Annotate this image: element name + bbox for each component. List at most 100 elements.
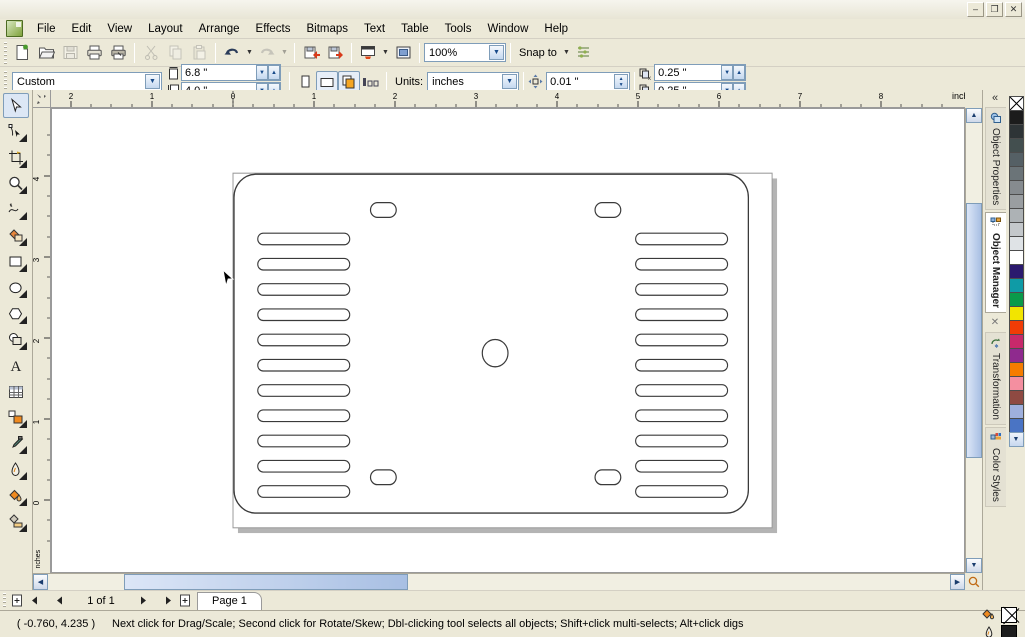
palette-swatch[interactable] xyxy=(1008,348,1024,363)
ellipse-tool[interactable] xyxy=(3,275,29,300)
polygon-tool[interactable] xyxy=(3,301,29,326)
horizontal-scrollbar[interactable]: ◀ ▶ xyxy=(33,573,965,590)
nudge-spinner[interactable]: ▲ ▼ xyxy=(614,74,629,89)
import-icon[interactable] xyxy=(299,41,323,64)
menu-layout[interactable]: Layout xyxy=(140,21,191,37)
zoom-tool[interactable] xyxy=(3,171,29,196)
add-page-icon[interactable] xyxy=(9,593,25,609)
first-page-icon[interactable] xyxy=(25,593,41,609)
palette-swatch[interactable] xyxy=(1008,124,1024,139)
page-width-field[interactable]: 6.8 " ▼ ▲ xyxy=(181,64,281,81)
restore-button[interactable]: ❐ xyxy=(986,2,1003,17)
menu-file[interactable]: File xyxy=(29,21,64,37)
next-page-icon[interactable] xyxy=(135,593,151,609)
menu-help[interactable]: Help xyxy=(536,21,576,37)
page-navigator-grip[interactable] xyxy=(3,592,6,609)
units-combo[interactable]: inches ▼ xyxy=(427,72,520,91)
crop-tool[interactable] xyxy=(3,145,29,170)
pick-tool[interactable] xyxy=(3,93,29,118)
duplicate-distance-x-field[interactable]: 0.25 " ▼ ▲ xyxy=(654,64,747,81)
undo-icon[interactable] xyxy=(220,41,244,64)
eyedropper-tool[interactable] xyxy=(3,431,29,456)
docker-tab-object-properties[interactable]: Object Properties xyxy=(984,107,1006,211)
palette-swatch[interactable] xyxy=(1008,362,1024,377)
vertical-scroll-thumb[interactable] xyxy=(966,203,982,458)
palette-swatch[interactable] xyxy=(1008,418,1024,433)
chevron-down-icon[interactable]: ▼ xyxy=(502,74,518,89)
palette-swatch[interactable] xyxy=(1008,208,1024,223)
palette-swatch[interactable] xyxy=(1008,264,1024,279)
palette-swatch[interactable] xyxy=(1008,376,1024,391)
palette-swatch[interactable] xyxy=(1008,110,1024,125)
print-icon[interactable] xyxy=(82,41,106,64)
no-color-swatch[interactable] xyxy=(1008,96,1024,111)
text-tool[interactable]: A xyxy=(3,353,29,378)
drawing-canvas[interactable] xyxy=(51,108,965,573)
zoom-to-page-icon[interactable] xyxy=(965,573,982,590)
docker-tab-color-styles[interactable]: Color Styles xyxy=(984,427,1006,508)
page-width-spinner[interactable]: ▼ ▲ xyxy=(256,65,280,80)
options-icon[interactable] xyxy=(572,41,596,64)
interactive-fill-tool[interactable] xyxy=(3,509,29,534)
palette-scroll-down-icon[interactable]: ▼ xyxy=(1008,432,1024,447)
palette-swatch[interactable] xyxy=(1008,194,1024,209)
snap-to-dropdown-icon[interactable]: ▼ xyxy=(561,41,572,64)
ruler-origin-icon[interactable] xyxy=(33,90,51,108)
palette-swatch[interactable] xyxy=(1008,292,1024,307)
palette-swatch[interactable] xyxy=(1008,334,1024,349)
portrait-icon[interactable] xyxy=(294,71,316,92)
menu-bitmaps[interactable]: Bitmaps xyxy=(298,21,356,37)
scroll-right-icon[interactable]: ▶ xyxy=(950,574,965,590)
chevron-down-icon[interactable]: ▼ xyxy=(145,74,160,89)
palette-swatch[interactable] xyxy=(1008,250,1024,265)
scroll-down-icon[interactable]: ▼ xyxy=(966,558,982,573)
palette-swatch[interactable] xyxy=(1008,236,1024,251)
new-icon[interactable] xyxy=(10,41,34,64)
menu-edit[interactable]: Edit xyxy=(64,21,100,37)
close-button[interactable]: ✕ xyxy=(1005,2,1022,17)
menu-window[interactable]: Window xyxy=(479,21,536,37)
minimize-button[interactable]: – xyxy=(967,2,984,17)
palette-swatch[interactable] xyxy=(1008,390,1024,405)
launcher-dropdown-icon[interactable]: ▼ xyxy=(380,41,391,64)
fill-color-swatch[interactable] xyxy=(1001,607,1017,623)
page-scale-icon[interactable] xyxy=(360,71,382,92)
toolbar-grip[interactable] xyxy=(4,41,7,64)
interactive-blend-tool[interactable] xyxy=(3,405,29,430)
palette-swatch[interactable] xyxy=(1008,138,1024,153)
table-tool[interactable] xyxy=(3,379,29,404)
palette-swatch[interactable] xyxy=(1008,320,1024,335)
palette-swatch[interactable] xyxy=(1008,222,1024,237)
add-page-icon[interactable] xyxy=(177,593,193,609)
horizontal-ruler[interactable]: 2 1 0 1 2 3 4 5 6 7 8 inches xyxy=(33,90,965,108)
snap-to-label[interactable]: Snap to xyxy=(515,47,561,59)
duplicate-x-spinner[interactable]: ▼ ▲ xyxy=(721,65,746,80)
export-icon[interactable] xyxy=(323,41,347,64)
menu-text[interactable]: Text xyxy=(356,21,393,37)
undo-dropdown-icon[interactable]: ▼ xyxy=(244,41,255,64)
outline-tool[interactable] xyxy=(3,457,29,482)
page-tab-page-1[interactable]: Page 1 xyxy=(197,591,262,610)
collapse-dockers-icon[interactable]: « xyxy=(992,92,998,104)
scroll-up-icon[interactable]: ▲ xyxy=(966,108,982,123)
palette-swatch[interactable] xyxy=(1008,180,1024,195)
palette-swatch[interactable] xyxy=(1008,166,1024,181)
last-page-icon[interactable] xyxy=(161,593,177,609)
vertical-scrollbar[interactable]: ▲ ▼ xyxy=(965,108,982,573)
shape-tool[interactable] xyxy=(3,119,29,144)
landscape-icon[interactable] xyxy=(316,71,338,92)
palette-swatch[interactable] xyxy=(1008,278,1024,293)
palette-swatch[interactable] xyxy=(1008,404,1024,419)
chevron-down-icon[interactable]: ▼ xyxy=(489,45,504,60)
menu-tools[interactable]: Tools xyxy=(437,21,480,37)
previous-page-icon[interactable] xyxy=(51,593,67,609)
basic-shapes-tool[interactable] xyxy=(3,327,29,352)
freehand-tool[interactable] xyxy=(3,197,29,222)
fill-tool[interactable] xyxy=(3,483,29,508)
outline-color-swatch[interactable] xyxy=(1001,625,1017,637)
smart-fill-tool[interactable] xyxy=(3,223,29,248)
corel-app-icon[interactable] xyxy=(6,20,23,37)
nudge-offset-field[interactable]: 0.01 " ▲ ▼ xyxy=(546,72,631,91)
docker-tab-object-manager[interactable]: Object Manager xyxy=(984,212,1006,314)
all-pages-icon[interactable] xyxy=(338,71,360,92)
